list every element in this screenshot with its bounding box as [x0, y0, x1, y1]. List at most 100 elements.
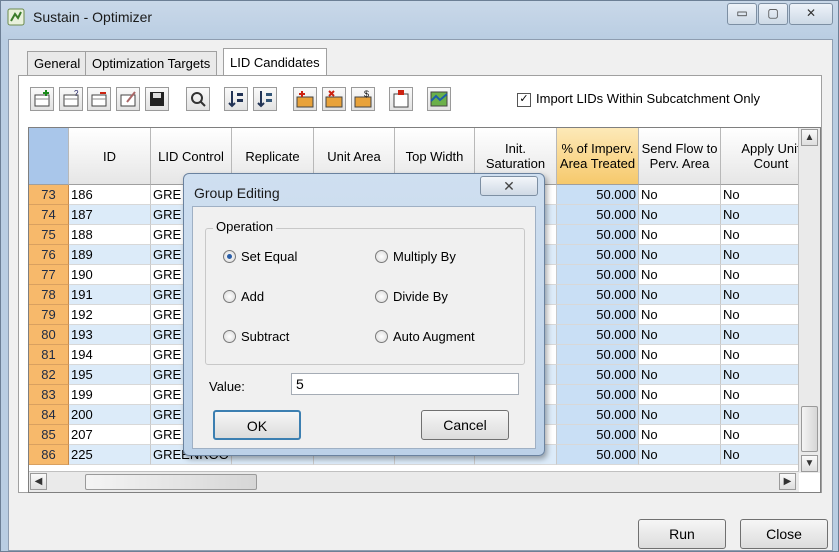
row-header[interactable]: 82 [29, 365, 69, 385]
row-header[interactable]: 77 [29, 265, 69, 285]
row-header[interactable]: 79 [29, 305, 69, 325]
grid-cell[interactable]: 50.000 [557, 265, 639, 285]
horizontal-scrollbar[interactable]: ◀ ▶ [29, 471, 799, 492]
toolbar-button-delete-row[interactable] [87, 87, 111, 111]
ok-button[interactable]: OK [213, 410, 301, 440]
vertical-scrollbar[interactable]: ▲ ▼ [798, 128, 820, 473]
grid-cell[interactable]: 194 [69, 345, 151, 365]
grid-cell[interactable]: 193 [69, 325, 151, 345]
row-header[interactable]: 78 [29, 285, 69, 305]
toolbar-button-map[interactable] [427, 87, 451, 111]
grid-cell[interactable]: No [639, 445, 721, 465]
grid-cell[interactable]: 50.000 [557, 325, 639, 345]
grid-cell[interactable]: 50.000 [557, 185, 639, 205]
grid-cell[interactable]: 50.000 [557, 385, 639, 405]
grid-cell[interactable]: 50.000 [557, 285, 639, 305]
toolbar-button-add-row[interactable] [30, 87, 54, 111]
scroll-down-button[interactable]: ▼ [801, 455, 818, 472]
grid-cell[interactable]: 50.000 [557, 445, 639, 465]
grid-cell[interactable]: 189 [69, 245, 151, 265]
grid-cell[interactable]: No [639, 185, 721, 205]
toolbar-button-search[interactable] [186, 87, 210, 111]
toolbar-button-save[interactable] [145, 87, 169, 111]
grid-cell[interactable]: No [639, 425, 721, 445]
cancel-button[interactable]: Cancel [421, 410, 509, 440]
tab-optimization-targets[interactable]: Optimization Targets [85, 51, 218, 75]
grid-cell[interactable]: No [639, 265, 721, 285]
vertical-scroll-thumb[interactable] [801, 406, 818, 452]
row-header[interactable]: 85 [29, 425, 69, 445]
grid-cell[interactable]: 195 [69, 365, 151, 385]
grid-cell[interactable]: No [639, 245, 721, 265]
row-header[interactable]: 80 [29, 325, 69, 345]
value-input[interactable]: 5 [291, 373, 519, 395]
close-window-button[interactable]: ✕ [789, 3, 833, 25]
radio-button-selected[interactable] [223, 250, 236, 263]
grid-cell[interactable]: No [639, 205, 721, 225]
column-header[interactable]: % of Imperv. Area Treated [557, 128, 639, 185]
scroll-left-button[interactable]: ◀ [30, 473, 47, 490]
grid-cell[interactable]: 50.000 [557, 365, 639, 385]
row-header[interactable]: 81 [29, 345, 69, 365]
run-button[interactable]: Run [638, 519, 726, 549]
grid-cell[interactable]: 192 [69, 305, 151, 325]
grid-corner-header[interactable] [29, 128, 69, 185]
tab-general[interactable]: General [27, 51, 88, 75]
grid-cell[interactable]: No [639, 225, 721, 245]
grid-cell[interactable]: No [639, 385, 721, 405]
radio-button[interactable] [375, 290, 388, 303]
horizontal-scroll-thumb[interactable] [85, 474, 257, 490]
grid-cell[interactable]: 207 [69, 425, 151, 445]
radio-button[interactable] [375, 330, 388, 343]
grid-cell[interactable]: No [639, 405, 721, 425]
row-header[interactable]: 86 [29, 445, 69, 465]
radio-button[interactable] [223, 330, 236, 343]
grid-cell[interactable]: No [639, 325, 721, 345]
grid-cell[interactable]: No [639, 285, 721, 305]
grid-cell[interactable]: 50.000 [557, 205, 639, 225]
scroll-up-button[interactable]: ▲ [801, 129, 818, 146]
grid-cell[interactable]: 188 [69, 225, 151, 245]
grid-cell[interactable]: 50.000 [557, 345, 639, 365]
maximize-button[interactable]: ▢ [758, 3, 788, 25]
grid-cell[interactable]: 191 [69, 285, 151, 305]
toolbar-button-sort-descending[interactable] [253, 87, 277, 111]
grid-cell[interactable]: 186 [69, 185, 151, 205]
radio-button[interactable] [375, 250, 388, 263]
toolbar-button-group-edit-dollar[interactable]: $ [351, 87, 375, 111]
toolbar-button-delete[interactable] [389, 87, 413, 111]
dialog-close-button[interactable]: ✕ [480, 176, 538, 196]
column-header[interactable]: ID [69, 128, 151, 185]
toolbar-button-group-edit-multiply[interactable] [322, 87, 346, 111]
import-lids-checkbox[interactable]: ✓ [517, 93, 531, 107]
row-header[interactable]: 84 [29, 405, 69, 425]
row-header[interactable]: 83 [29, 385, 69, 405]
grid-cell[interactable]: 187 [69, 205, 151, 225]
grid-cell[interactable]: No [639, 305, 721, 325]
row-header[interactable]: 74 [29, 205, 69, 225]
grid-cell[interactable]: 50.000 [557, 305, 639, 325]
column-header[interactable]: Send Flow to Perv. Area [639, 128, 721, 185]
row-header[interactable]: 73 [29, 185, 69, 205]
grid-cell[interactable]: 199 [69, 385, 151, 405]
toolbar-button-sort-ascending[interactable] [224, 87, 248, 111]
grid-cell[interactable]: 50.000 [557, 425, 639, 445]
tab-lid-candidates[interactable]: LID Candidates [223, 48, 327, 76]
grid-cell[interactable]: No [639, 345, 721, 365]
grid-cell[interactable]: 200 [69, 405, 151, 425]
close-button[interactable]: Close [740, 519, 828, 549]
scroll-right-button[interactable]: ▶ [779, 473, 796, 490]
grid-cell[interactable]: No [639, 365, 721, 385]
grid-cell[interactable]: 50.000 [557, 405, 639, 425]
toolbar-button-group-edit[interactable] [293, 87, 317, 111]
minimize-button[interactable]: ▭ [727, 3, 757, 25]
row-header[interactable]: 75 [29, 225, 69, 245]
grid-cell[interactable]: 50.000 [557, 225, 639, 245]
grid-cell[interactable]: 50.000 [557, 245, 639, 265]
toolbar-button-insert-row[interactable]: ? [59, 87, 83, 111]
radio-button[interactable] [223, 290, 236, 303]
grid-cell[interactable]: 225 [69, 445, 151, 465]
row-header[interactable]: 76 [29, 245, 69, 265]
grid-cell[interactable]: 190 [69, 265, 151, 285]
toolbar-button-edit[interactable] [116, 87, 140, 111]
